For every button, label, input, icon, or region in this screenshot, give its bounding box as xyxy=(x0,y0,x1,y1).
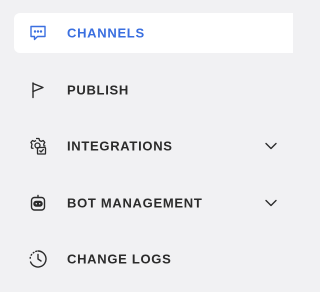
chevron-down-icon[interactable] xyxy=(263,138,279,154)
sidebar-item-label: INTEGRATIONS xyxy=(67,138,173,154)
chevron-down-icon[interactable] xyxy=(263,195,279,211)
sidebar-item-bot-management[interactable]: BOT MANAGEMENT xyxy=(14,183,293,223)
integrations-gear-icon xyxy=(28,136,48,156)
sidebar-item-label: CHANNELS xyxy=(67,25,145,41)
sidebar-item-channels[interactable]: CHANNELS xyxy=(14,13,293,53)
flag-icon xyxy=(28,80,48,100)
sidebar-item-publish[interactable]: PUBLISH xyxy=(14,70,293,110)
sidebar-item-label: BOT MANAGEMENT xyxy=(67,195,203,211)
sidebar-item-integrations[interactable]: INTEGRATIONS xyxy=(14,126,293,166)
bot-icon xyxy=(28,193,48,213)
sidebar-item-label: CHANGE LOGS xyxy=(67,251,172,267)
clock-history-icon xyxy=(28,249,48,269)
sidebar-item-label: PUBLISH xyxy=(67,82,129,98)
chat-bubble-icon xyxy=(28,23,48,43)
sidebar-nav: CHANNELS PUBLISH INTEGRATIONS BOT MANAGE… xyxy=(0,0,293,292)
sidebar-item-change-logs[interactable]: CHANGE LOGS xyxy=(14,239,293,279)
